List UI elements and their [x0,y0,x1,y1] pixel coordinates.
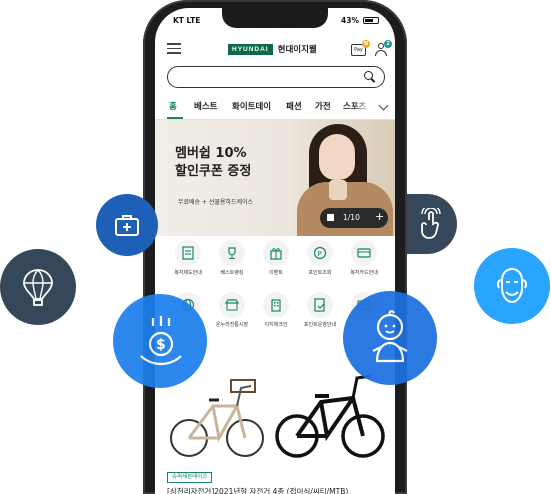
status-bar: KT LTE 43% [155,14,395,28]
user-icon[interactable]: 2 [374,40,392,57]
carrier-label: KT LTE [173,16,201,25]
quick-menu-label: 포인트운영안내 [303,322,337,328]
medical-kit-icon [96,194,158,256]
npay-badge: N [362,40,370,48]
app-header: HYUNDAI 현대이지웰 Pay N 2 [155,34,395,64]
battery-percentage: 43% [341,16,359,25]
quick-menu-welfare-card[interactable]: 복지카드안내 [341,240,387,284]
brand-logo[interactable]: HYUNDAI 현대이지웰 [228,43,317,55]
doc-check-icon [307,292,333,318]
tab-home[interactable]: 홈 [169,100,177,112]
user-badge: 2 [384,40,392,48]
point-icon: P [307,240,333,266]
trophy-icon [219,240,245,266]
logo-text: 현대이지웰 [277,45,317,55]
banner-page-indicator: 1/10 [343,213,360,222]
tab-fashion[interactable]: 패션 [286,100,302,112]
chevron-down-icon[interactable] [378,100,389,111]
gift-icon [263,240,289,266]
market-icon [219,292,245,318]
banner-title-line2: 할인쿠폰 증정 [175,164,252,179]
battery-icon [363,17,379,24]
svg-text:P: P [318,250,322,258]
svg-text:$: $ [156,337,166,353]
phone-screen: KT LTE 43% HYUNDAI 현대이지웰 Pay N 2 홈 베스트 화… [155,8,395,494]
hamburger-menu-icon[interactable] [167,43,181,54]
logo-mark: HYUNDAI [228,43,273,55]
touch-hand-icon [407,194,457,254]
tab-appliances[interactable]: 가전 [315,100,331,112]
npay-icon[interactable]: Pay N [351,40,370,57]
product-title: [삼천리자전거]2021년형 자전거 4종 (접이식/씨티/MTB) [167,487,349,494]
banner-title-line1: 멤버쉽 10% [175,146,247,161]
hot-air-balloon-icon [0,249,76,325]
banner-controls: 1/10 + [320,208,388,228]
active-tab-indicator [167,117,183,119]
tab-white-day[interactable]: 화이트데이 [232,100,271,112]
pause-button[interactable] [327,214,334,221]
quick-menu-label: 복지카드안내 [350,270,378,276]
category-tabs: 홈 베스트 화이트데이 패션 가전 스포츠 [155,96,395,120]
document-icon [175,240,201,266]
quick-menu-point-lookup[interactable]: P 포인트조회 [297,240,343,284]
banner-title: 멤버쉽 10% 할인쿠폰 증정 [175,145,275,181]
quick-menu-welfare-guide[interactable]: 복지제도안내 [165,240,211,284]
money-hand-icon: $ [113,294,207,388]
quick-menu-best-ranking[interactable]: 베스트랭킹 [209,240,255,284]
baby-icon [343,291,437,385]
banner-more-button[interactable]: + [375,210,384,223]
tab-best[interactable]: 베스트 [194,100,217,112]
promo-banner[interactable]: 멤버쉽 10% 할인쿠폰 증정 무료배송 + 선물용하드케이스 1/10 + [155,120,395,236]
elderly-face-icon [474,248,550,324]
quick-menu-event[interactable]: 이벤트 [253,240,299,284]
search-bar [167,66,385,88]
quick-menu-market[interactable]: 온누리전통시장 [209,292,255,336]
search-icon[interactable] [364,71,376,83]
search-input[interactable] [178,69,358,84]
banner-subtitle: 무료배송 + 선물용하드케이스 [178,199,254,206]
sale-badge: 슈퍼세븐데이즈 [167,472,213,483]
quick-menu-point-guide[interactable]: 포인트운영안내 [297,292,343,336]
tab-fade [353,96,373,118]
quick-menu-easy-checkin[interactable]: 이지체크인 [253,292,299,336]
building-icon [263,292,289,318]
card-icon [351,240,377,266]
